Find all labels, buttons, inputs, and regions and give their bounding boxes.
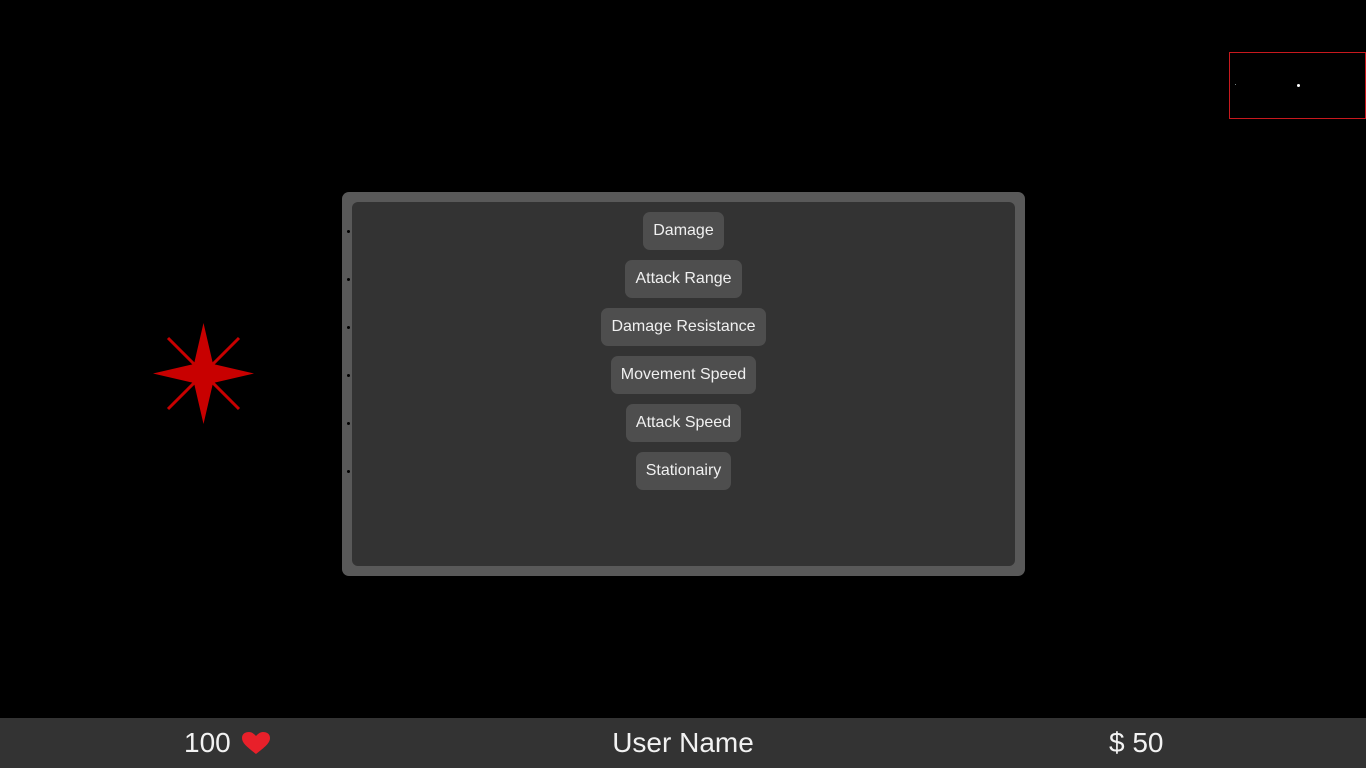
money-display: $ 50	[1109, 727, 1164, 758]
upgrade-panel-body: Damage Attack Range Damage Resistance Mo…	[347, 202, 1015, 566]
bullet-icon	[347, 326, 350, 329]
enemy-star-icon	[153, 323, 254, 424]
upgrade-movement-speed-button[interactable]: Movement Speed	[610, 356, 757, 394]
bullet-icon	[347, 374, 350, 377]
list-item: Stationairy	[347, 452, 1015, 500]
upgrade-attack-range-button[interactable]: Attack Range	[625, 260, 742, 298]
bullet-icon	[347, 470, 350, 473]
bullet-icon	[347, 230, 350, 233]
minimap-player-marker	[1297, 84, 1300, 87]
upgrade-attack-speed-button[interactable]: Attack Speed	[625, 404, 742, 442]
list-item: Attack Speed	[347, 404, 1015, 452]
list-item: Attack Range	[347, 260, 1015, 308]
list-item: Movement Speed	[347, 356, 1015, 404]
minimap-marker	[1235, 84, 1236, 85]
minimap	[1229, 52, 1366, 119]
upgrade-damage-resistance-button[interactable]: Damage Resistance	[601, 308, 766, 346]
bullet-icon	[347, 278, 350, 281]
upgrade-stationairy-button[interactable]: Stationairy	[635, 452, 732, 490]
upgrade-damage-button[interactable]: Damage	[643, 212, 724, 250]
upgrade-panel: Damage Attack Range Damage Resistance Mo…	[342, 192, 1025, 576]
bullet-icon	[347, 422, 350, 425]
list-item: Damage	[347, 212, 1015, 260]
status-bar: 100 User Name $ 50	[0, 718, 1366, 768]
list-item: Damage Resistance	[347, 308, 1015, 356]
game-canvas[interactable]: Damage Attack Range Damage Resistance Mo…	[0, 0, 1366, 718]
upgrade-list: Damage Attack Range Damage Resistance Mo…	[347, 202, 1015, 500]
